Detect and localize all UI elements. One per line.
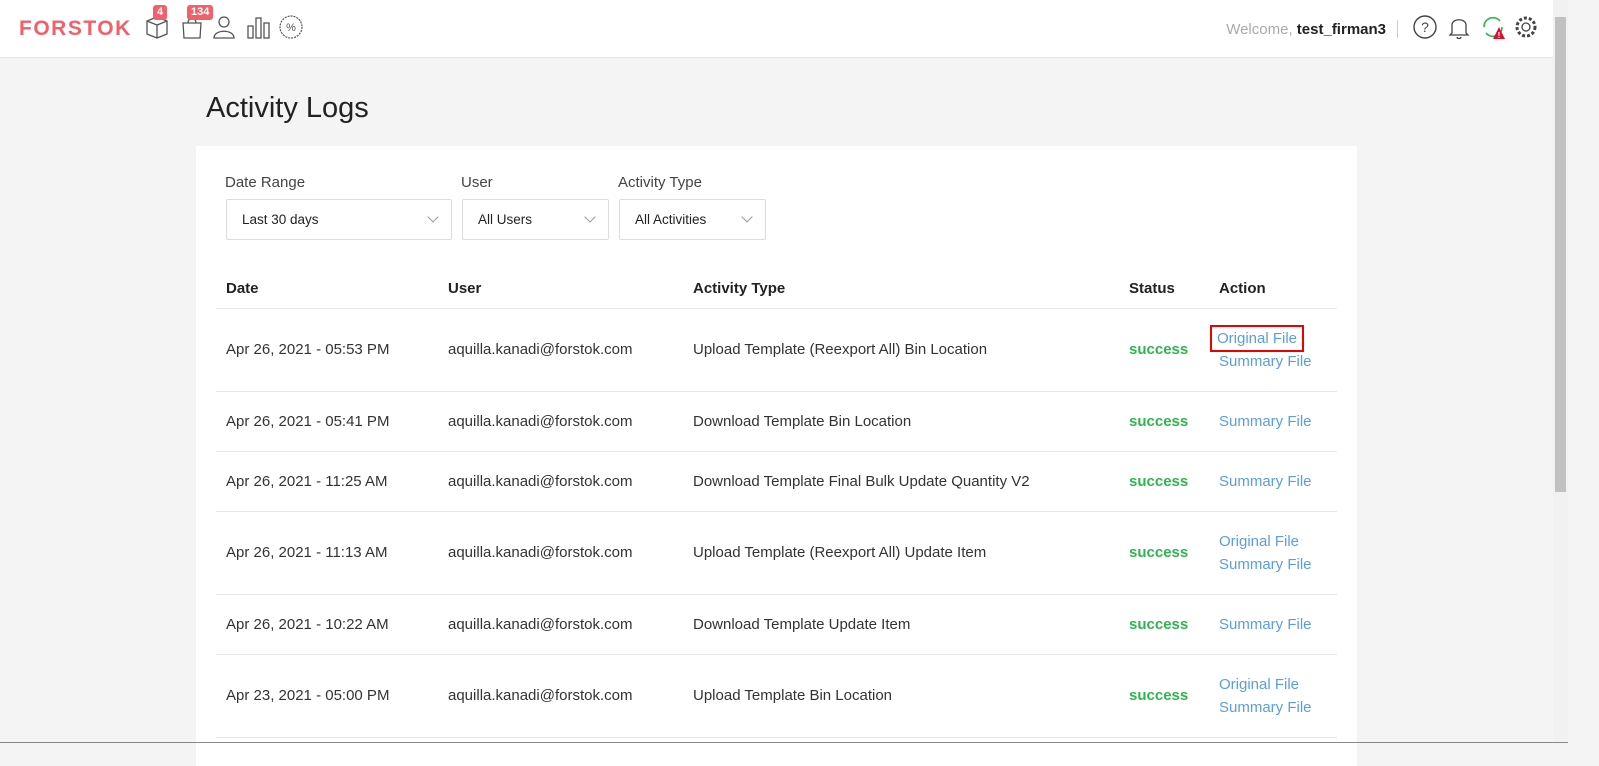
summary-file-link[interactable]: Summary File (1219, 613, 1337, 636)
original-file-link[interactable]: Original File (1219, 530, 1337, 553)
user-cell: aquilla.kanadi@forstok.com (438, 308, 683, 392)
products-badge: 4 (153, 5, 168, 20)
action-cell: Summary File (1209, 594, 1337, 655)
col-status: Status (1119, 270, 1209, 309)
action-cell: Summary File (1209, 451, 1337, 512)
activity-cell: Upload Template (Reexport All) Update It… (683, 511, 1119, 595)
table-row: Apr 26, 2021 - 10:22 AM aquilla.kanadi@fo… (216, 594, 1337, 655)
promo-percent-icon[interactable]: % (278, 14, 304, 40)
col-user: User (438, 270, 683, 309)
top-nav: FORSTOK 4 134 % Welcome, test_firman3 ? … (0, 0, 1553, 58)
activity-cell: Upload Template (Reexport All) Bin Locat… (683, 308, 1119, 392)
status-cell: success (1119, 451, 1209, 512)
summary-file-link[interactable]: Summary File (1219, 470, 1337, 493)
table-row: Apr 26, 2021 - 05:41 PM aquilla.kanadi@fo… (216, 391, 1337, 452)
table-row: Apr 26, 2021 - 05:53 PM aquilla.kanadi@fo… (216, 308, 1337, 392)
svg-text:!: ! (1498, 31, 1501, 40)
svg-text:?: ? (1421, 19, 1429, 35)
activity-type-label: Activity Type (618, 174, 702, 191)
chevron-down-icon (584, 211, 596, 223)
user-cell: aquilla.kanadi@forstok.com (438, 511, 683, 595)
status-cell: success (1119, 511, 1209, 595)
status-cell: success (1119, 308, 1209, 392)
action-cell: Summary File (1209, 391, 1337, 452)
table-header: Date User Activity Type Status Action (216, 270, 1337, 309)
bar-chart-icon[interactable] (246, 14, 272, 40)
page-title: Activity Logs (206, 92, 369, 124)
welcome-text: Welcome, test_firman3 (1226, 21, 1386, 38)
activity-cell: Download Template Final Bulk Update Quan… (683, 451, 1119, 512)
action-cell: Original File Summary File (1209, 511, 1337, 595)
user-cell: aquilla.kanadi@forstok.com (438, 654, 683, 738)
help-icon[interactable]: ? (1412, 14, 1438, 40)
col-date: Date (216, 270, 438, 309)
activity-cell: Download Template Update Item (683, 594, 1119, 655)
summary-file-link[interactable]: Summary File (1219, 410, 1337, 433)
date-cell: Apr 26, 2021 - 11:25 AM (216, 451, 438, 512)
summary-file-link[interactable]: Summary File (1219, 350, 1337, 373)
forstok-logo[interactable]: FORSTOK (19, 17, 132, 41)
username[interactable]: test_firman3 (1297, 21, 1386, 38)
bell-icon[interactable] (1446, 14, 1472, 40)
action-cell: Original File Summary File (1209, 308, 1337, 392)
date-range-value: Last 30 days (242, 212, 319, 227)
activity-cell: Upload Template Bin Location (683, 654, 1119, 738)
chevron-down-icon (741, 211, 753, 223)
activity-logs-card: Date Range Last 30 days User All Users A… (196, 146, 1357, 766)
user-filter-label: User (461, 174, 493, 191)
summary-file-link[interactable]: Summary File (1219, 696, 1337, 719)
date-cell: Apr 26, 2021 - 10:22 AM (216, 594, 438, 655)
user-cell: aquilla.kanadi@forstok.com (438, 594, 683, 655)
user-icon[interactable] (211, 14, 237, 40)
table-row: Apr 26, 2021 - 11:13 AM aquilla.kanadi@fo… (216, 511, 1337, 595)
user-select[interactable]: All Users (462, 199, 609, 240)
activity-type-select[interactable]: All Activities (619, 199, 766, 240)
gear-icon[interactable] (1513, 14, 1539, 40)
col-activity: Activity Type (683, 270, 1119, 309)
date-cell: Apr 23, 2021 - 05:00 PM (216, 654, 438, 738)
scrollbar[interactable] (1553, 0, 1568, 743)
summary-file-link[interactable]: Summary File (1219, 553, 1337, 576)
user-value: All Users (478, 212, 533, 227)
status-cell: success (1119, 654, 1209, 738)
action-cell: Original File Summary File (1209, 654, 1337, 738)
sync-warning-icon[interactable]: ! (1480, 14, 1506, 40)
svg-text:%: % (286, 22, 296, 34)
divider (1397, 20, 1398, 38)
scrollbar-thumb[interactable] (1555, 17, 1566, 492)
original-file-link[interactable]: Original File (1219, 673, 1337, 696)
activity-cell: Download Template Bin Location (683, 391, 1119, 452)
chevron-down-icon (427, 211, 439, 223)
date-cell: Apr 26, 2021 - 05:53 PM (216, 308, 438, 392)
orders-badge: 134 (187, 5, 214, 20)
status-cell: success (1119, 594, 1209, 655)
activity-logs-table: Date User Activity Type Status Action Ap… (216, 270, 1337, 738)
table-row: Apr 26, 2021 - 11:25 AM aquilla.kanadi@fo… (216, 451, 1337, 512)
user-cell: aquilla.kanadi@forstok.com (438, 391, 683, 452)
bottom-border (0, 742, 1568, 743)
col-action: Action (1209, 270, 1337, 309)
date-cell: Apr 26, 2021 - 11:13 AM (216, 511, 438, 595)
welcome-label: Welcome, (1226, 21, 1293, 38)
date-range-select[interactable]: Last 30 days (226, 199, 452, 240)
status-cell: success (1119, 391, 1209, 452)
user-cell: aquilla.kanadi@forstok.com (438, 451, 683, 512)
original-file-link[interactable]: Original File (1209, 324, 1305, 352)
activity-type-value: All Activities (635, 212, 707, 227)
table-row: Apr 23, 2021 - 05:00 PM aquilla.kanadi@fo… (216, 654, 1337, 738)
date-range-label: Date Range (225, 174, 306, 191)
date-cell: Apr 26, 2021 - 05:41 PM (216, 391, 438, 452)
